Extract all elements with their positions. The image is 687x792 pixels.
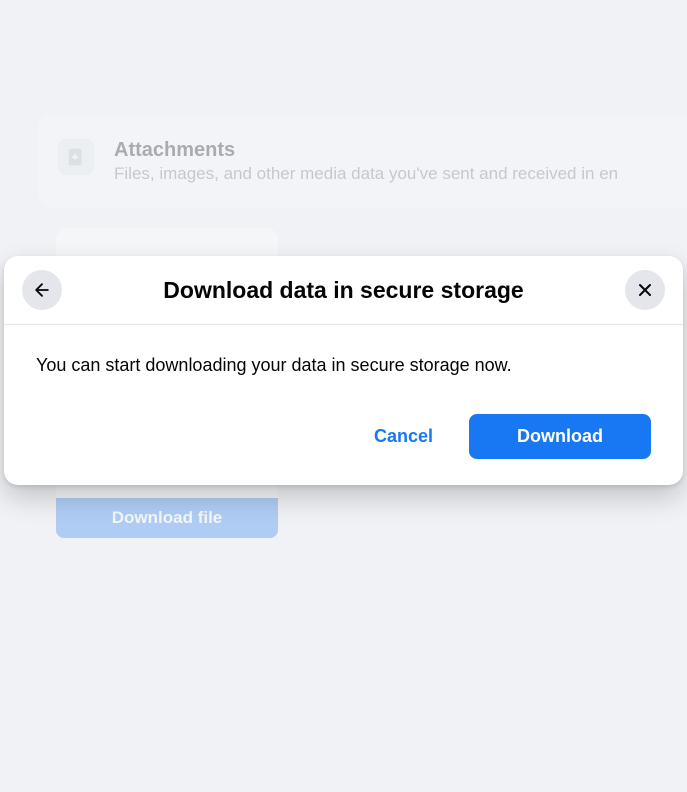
download-button[interactable]: Download: [469, 414, 651, 459]
modal-header: Download data in secure storage: [4, 256, 683, 325]
arrow-left-icon: [32, 280, 52, 300]
cancel-button[interactable]: Cancel: [362, 416, 445, 457]
close-icon: [635, 280, 655, 300]
modal-title: Download data in secure storage: [62, 277, 625, 304]
modal-actions: Cancel Download: [36, 414, 651, 459]
download-modal: Download data in secure storage You can …: [4, 256, 683, 485]
modal-message: You can start downloading your data in s…: [36, 355, 651, 376]
modal-body: You can start downloading your data in s…: [4, 325, 683, 485]
close-button[interactable]: [625, 270, 665, 310]
back-button[interactable]: [22, 270, 62, 310]
